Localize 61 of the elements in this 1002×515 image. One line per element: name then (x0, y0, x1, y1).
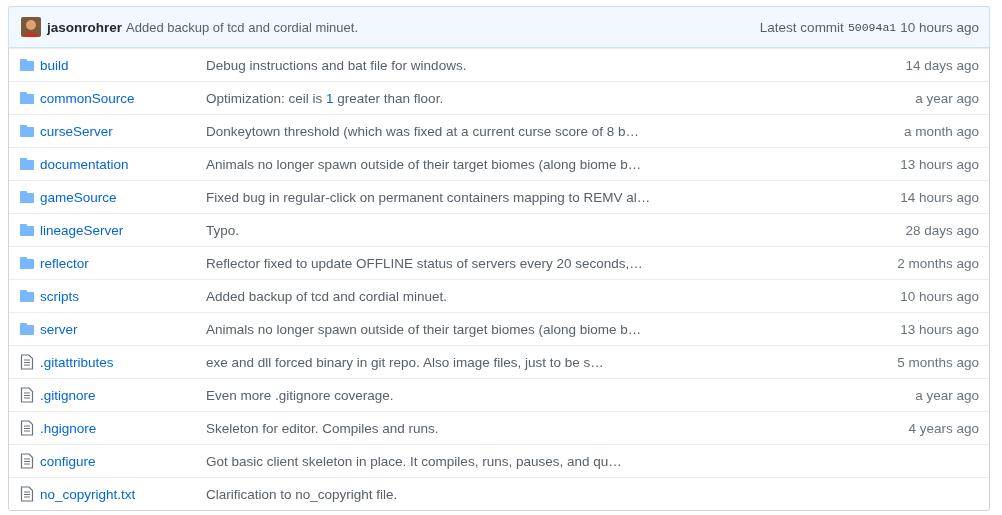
issue-link[interactable]: 1 (326, 90, 334, 106)
folder-link[interactable]: gameSource (40, 189, 117, 205)
commit-age: 10 hours ago (900, 19, 979, 35)
commit-message: Animals no longer spawn outside of their target biomes (along biome b… (206, 156, 643, 172)
folder-icon (20, 222, 34, 238)
commit-message: Fixed bug in regular-click on permanent containers mapping to REMV al… (206, 189, 652, 205)
commit-message: Even more .gitignore coverage. (206, 387, 395, 403)
commit-age: 10 hours ago (900, 288, 979, 304)
commit-message: Animals no longer spawn outside of their target biomes (along biome b… (206, 321, 643, 337)
commit-age: 28 days ago (905, 222, 979, 238)
folder-icon (20, 255, 34, 271)
file-link[interactable]: .gitattributes (40, 354, 114, 370)
file-link[interactable]: .hgignore (40, 420, 97, 436)
commit-message: Optimization: ceil is 1 greater than floor. (206, 90, 445, 106)
commit-message: Clarification to no_copyright file. (206, 486, 399, 502)
commit-age: 14 hours ago (900, 189, 979, 205)
document-icon (20, 420, 34, 436)
folder-icon (20, 123, 34, 139)
document-icon (20, 387, 34, 403)
folder-icon (20, 90, 34, 106)
folder-link[interactable]: server (40, 321, 78, 337)
folder-link[interactable]: commonSource (40, 90, 135, 106)
folder-icon (20, 57, 34, 73)
commit-age: 5 months ago (897, 354, 979, 370)
commit-message: Reflector fixed to update OFFLINE status of servers every 20 seconds,… (206, 255, 644, 271)
folder-link[interactable]: build (40, 57, 69, 73)
folder-icon (20, 156, 34, 172)
commit-age: a month ago (903, 123, 979, 139)
commit-message: Typo. (206, 222, 241, 238)
commit-message: Added backup of tcd and cordial minuet. (126, 19, 358, 35)
document-icon (20, 453, 34, 469)
avatar (21, 17, 41, 37)
folder-icon (20, 189, 34, 205)
commit-message: Added backup of tcd and cordial minuet. (206, 288, 448, 304)
commit-age: 13 hours ago (900, 321, 979, 337)
commit-age: a year ago (915, 387, 979, 403)
commit-message: Donkeytown threshold (which was fixed at a current curse score of 8 b… (206, 123, 640, 139)
document-icon (20, 354, 34, 370)
folder-icon (20, 321, 34, 337)
commit-age: 14 days ago (905, 57, 979, 73)
folder-link[interactable]: documentation (40, 156, 129, 172)
folder-link[interactable]: curseServer (40, 123, 113, 139)
folder-link[interactable]: reflector (40, 255, 89, 271)
folder-link[interactable]: scripts (40, 288, 79, 304)
folder-link[interactable]: lineageServer (40, 222, 124, 238)
file-link[interactable]: configure (40, 453, 96, 469)
commit-age: 2 months ago (897, 255, 979, 271)
latest-commit-label: Latest commit (759, 19, 844, 35)
author-link[interactable]: jasonrohrer (47, 19, 123, 35)
commit-sha-link[interactable]: 50094a1 (847, 20, 897, 34)
commit-age: 4 years ago (908, 420, 979, 436)
commit-message: Got basic client skeleton in place. It compiles, runs, pauses, and qu… (206, 453, 623, 469)
commit-message: Debug instructions and bat file for windows. (206, 57, 468, 73)
folder-icon (20, 288, 34, 304)
file-link[interactable]: .gitignore (40, 387, 96, 403)
commit-age: a year ago (915, 90, 979, 106)
commit-message: exe and dll forced binary in git repo. Also image files, just to be s… (206, 354, 605, 370)
document-icon (20, 486, 34, 502)
commit-message: Skeleton for editor. Compiles and runs. (206, 420, 440, 436)
commit-age: 13 hours ago (900, 156, 979, 172)
file-link[interactable]: no_copyright.txt (40, 486, 136, 502)
